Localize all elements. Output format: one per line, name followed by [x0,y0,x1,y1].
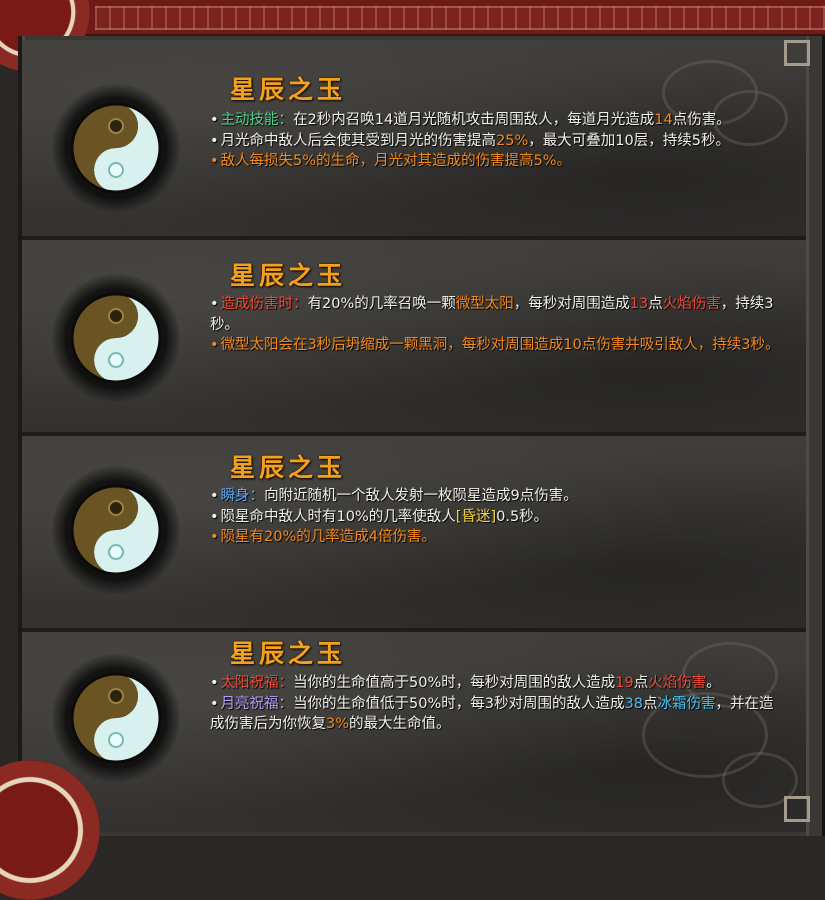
corner-knot-ornament [784,796,810,822]
desc-line: • 陨星命中敌人时有10%的几率使敌人[昏迷]0.5秒。 [210,508,549,525]
desc-line: • 敌人每损失5%的生命，月光对其造成的伤害提高5%。 [210,153,572,169]
desc-line: • 月光命中敌人后会使其受到月光的伤害提高25%，最大可叠加10层，持续5秒。 [210,132,730,149]
desc-line: • 瞬身：向附近随机一个敌人发射一枚陨星造成9点伤害。 [210,488,578,504]
yin-yang-jade-icon[interactable] [52,274,180,402]
yin-yang-jade-graphic [70,484,162,576]
desc-line: • 太阳祝福：当你的生命值高于50%时，每秒对周围的敌人造成19点火焰伤害。 [210,675,721,691]
frame-line-right [806,36,809,836]
item-title: 星辰之玉 [230,261,347,290]
item-title: 星辰之玉 [230,75,347,104]
yin-yang-jade-icon[interactable] [52,84,180,212]
top-decorative-band [0,0,825,37]
corner-knot-ornament [784,40,810,66]
item-description: • 主动技能：在2秒内召唤14道月光随机攻击周围敌人，每道月光造成14点伤害。 •… [210,110,785,172]
item-description: • 造成伤害时：有20%的几率召唤一颗微型太阳，每秒对周围造成13点火焰伤害，持续… [210,294,785,356]
item-description: • 瞬身：向附近随机一个敌人发射一枚陨星造成9点伤害。 • 陨星命中敌人时有10%的… [210,486,785,548]
yin-yang-jade-graphic [70,292,162,384]
fret-pattern [95,6,825,30]
yin-yang-jade-graphic [70,102,162,194]
desc-line: • 陨星有20%的几率造成4倍伤害。 [210,529,437,545]
desc-line: • 主动技能：在2秒内召唤14道月光随机攻击周围敌人，每道月光造成14点伤害。 [210,112,731,128]
yin-yang-jade-icon[interactable] [52,466,180,594]
desc-line: • 月亮祝福：当你的生命值低于50%时，每3秒对周围的敌人造成38点冰霜伤害，并在… [210,695,774,733]
item-title: 星辰之玉 [230,453,347,482]
yin-yang-jade-graphic [70,672,162,764]
desc-line: • 微型太阳会在3秒后坍缩成一颗黑洞，每秒对周围造成10点伤害并吸引敌人，持续3秒… [210,337,780,353]
item-title: 星辰之玉 [230,639,347,668]
desc-line: • 造成伤害时：有20%的几率召唤一颗微型太阳，每秒对周围造成13点火焰伤害，持续… [210,296,774,333]
yin-yang-jade-icon[interactable] [52,654,180,782]
item-description: • 太阳祝福：当你的生命值高于50%时，每秒对周围的敌人造成19点火焰伤害。 • 月… [210,673,785,735]
